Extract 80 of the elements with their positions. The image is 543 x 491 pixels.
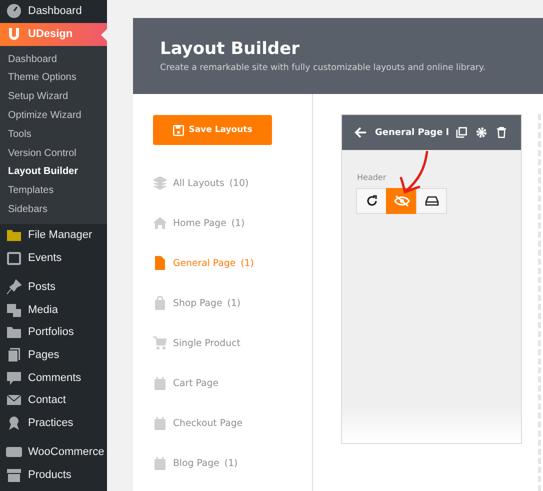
submenu-item[interactable]: Optimize Wizard <box>0 106 107 126</box>
category-count: (1) <box>240 258 254 268</box>
refresh-button[interactable] <box>356 188 387 214</box>
folder-icon <box>6 324 22 340</box>
back-arrow-icon[interactable] <box>354 126 367 139</box>
menu-item[interactable]: Pages <box>0 344 107 366</box>
submenu-item[interactable]: Dashboard <box>0 50 107 70</box>
page-title: Layout Builder <box>160 39 300 59</box>
menu-label: Products <box>28 469 72 481</box>
eye-slash-icon <box>394 195 410 207</box>
category-label: General Page <box>173 258 236 268</box>
house-icon <box>153 216 167 230</box>
submenu-item[interactable]: Setup Wizard <box>0 88 107 107</box>
menu-item[interactable]: Dashboard <box>0 0 107 23</box>
category-count: (1) <box>227 298 241 308</box>
hide-button[interactable] <box>386 188 417 214</box>
menu-item[interactable]: Portfolios <box>0 321 107 344</box>
cart-icon <box>153 336 167 350</box>
folder-icon <box>6 227 22 244</box>
section-label: Header <box>357 173 388 182</box>
category-label: Checkout Page <box>173 418 243 428</box>
copy-icon[interactable] <box>456 127 467 138</box>
menu-label: Portfolios <box>28 326 74 338</box>
document-icon <box>153 256 167 270</box>
menu-item[interactable]: Media <box>0 298 107 322</box>
bag-icon <box>153 296 167 310</box>
menu-label: Contact <box>28 394 66 406</box>
pages-icon <box>6 347 22 364</box>
preview-title: General Page l <box>375 128 449 138</box>
refresh-icon <box>366 195 378 207</box>
category-count: (1) <box>231 218 245 228</box>
u-logo-icon <box>6 26 22 42</box>
menu-label: Posts <box>28 281 56 294</box>
calendar-icon <box>6 250 22 266</box>
menu-item[interactable]: Events <box>0 246 107 269</box>
category-label: Cart Page <box>173 378 218 388</box>
submenu-item[interactable]: Version Control <box>0 144 107 164</box>
menu-item[interactable]: File Manager <box>0 224 107 246</box>
trash-icon[interactable] <box>496 127 507 138</box>
media-icon <box>6 302 22 318</box>
menu-label: UDesign <box>28 28 73 40</box>
menu-label: Practices <box>28 416 74 429</box>
menu-label: Dashboard <box>28 5 82 18</box>
menu-item[interactable]: Contact <box>0 388 107 412</box>
settings-icon[interactable] <box>476 127 487 138</box>
page-subtitle: Create a remarkable site with fully customizable layouts and online library. <box>160 63 487 73</box>
calendar-icon <box>153 376 167 390</box>
category-label: Home Page <box>173 218 226 228</box>
submenu-item[interactable]: Theme Options <box>0 69 107 88</box>
category-label: Single Product <box>173 338 240 348</box>
drive-icon <box>424 196 438 206</box>
category-label: Blog Page <box>173 458 220 468</box>
menu-item[interactable]: Comments <box>0 366 107 389</box>
submenu-item[interactable]: Templates <box>0 182 107 201</box>
menu-label: Comments <box>28 372 82 384</box>
menu-item[interactable]: Products <box>0 464 107 486</box>
menu-item[interactable]: WooCommerce <box>0 441 107 464</box>
ribbon-icon <box>6 414 22 431</box>
menu-label: Pages <box>28 349 60 362</box>
calendar-icon <box>153 456 167 470</box>
submenu-item[interactable]: Tools <box>0 126 107 145</box>
category-label: Shop Page <box>173 298 222 308</box>
speech-bubble-icon <box>6 370 22 386</box>
calendar-icon <box>153 416 167 430</box>
menu-item[interactable]: Posts <box>0 276 107 299</box>
menu-label: WooCommerce <box>28 446 104 458</box>
submenu-item[interactable]: Layout Builder <box>0 163 107 182</box>
archive-icon <box>6 467 22 483</box>
drive-button[interactable] <box>416 188 447 214</box>
category-count: (1) <box>224 458 238 468</box>
submenu-item[interactable]: Sidebars <box>0 200 107 220</box>
category-label: All Layouts <box>173 178 224 188</box>
menu-label: File Manager <box>28 229 92 242</box>
pin-icon <box>6 279 22 296</box>
menu-label: Events <box>28 252 62 264</box>
menu-item[interactable]: Practices <box>0 412 107 434</box>
category-count: (10) <box>229 178 249 188</box>
layers-icon <box>153 176 167 190</box>
menu-label: Media <box>28 304 58 316</box>
gauge-icon <box>6 3 22 20</box>
